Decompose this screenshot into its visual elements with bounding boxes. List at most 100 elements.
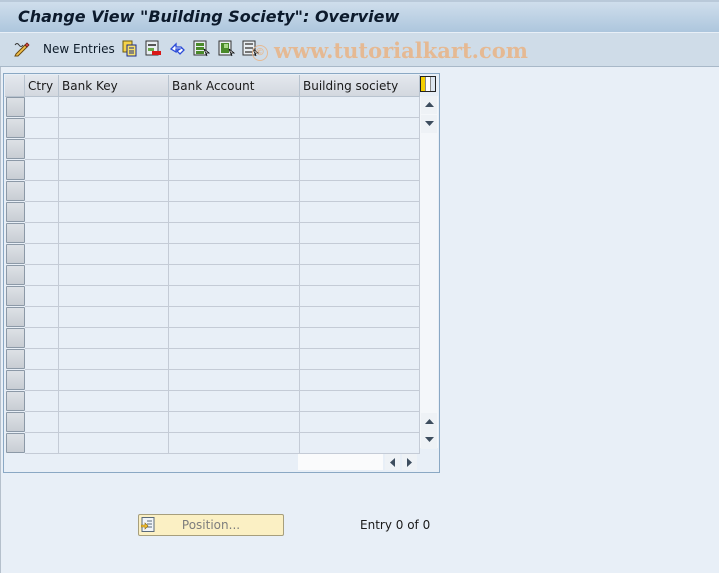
table-cell[interactable]	[59, 265, 169, 286]
table-cell[interactable]	[300, 286, 420, 307]
table-cell[interactable]	[169, 307, 300, 328]
column-header-building-society[interactable]: Building society	[300, 75, 420, 97]
table-cell[interactable]	[169, 265, 300, 286]
table-cell[interactable]	[169, 349, 300, 370]
scroll-left-button[interactable]	[385, 454, 400, 470]
row-selector[interactable]	[6, 265, 25, 285]
table-cell[interactable]	[59, 307, 169, 328]
row-selector[interactable]	[6, 328, 25, 348]
scroll-up-button[interactable]	[421, 96, 437, 114]
scroll-page-up-button[interactable]	[421, 413, 437, 431]
table-cell[interactable]	[25, 265, 59, 286]
row-selector[interactable]	[6, 370, 25, 390]
table-cell[interactable]	[59, 433, 169, 454]
table-cell[interactable]	[59, 223, 169, 244]
table-cell[interactable]	[25, 370, 59, 391]
row-selector[interactable]	[6, 244, 25, 264]
table-cell[interactable]	[300, 223, 420, 244]
table-cell[interactable]	[25, 97, 59, 118]
row-selector[interactable]	[6, 391, 25, 411]
horizontal-scrollbar[interactable]	[298, 454, 383, 470]
table-cell[interactable]	[300, 181, 420, 202]
table-cell[interactable]	[169, 223, 300, 244]
table-cell[interactable]	[169, 328, 300, 349]
table-cell[interactable]	[300, 202, 420, 223]
table-cell[interactable]	[300, 244, 420, 265]
table-cell[interactable]	[169, 118, 300, 139]
table-cell[interactable]	[300, 265, 420, 286]
copy-icon[interactable]	[121, 40, 138, 57]
select-all-icon[interactable]	[193, 40, 210, 57]
table-cell[interactable]	[300, 328, 420, 349]
row-selector[interactable]	[6, 349, 25, 369]
scroll-page-down-button[interactable]	[421, 115, 437, 133]
table-cell[interactable]	[169, 391, 300, 412]
scroll-down-button[interactable]	[421, 431, 437, 449]
table-cell[interactable]	[59, 391, 169, 412]
select-all-rows-header[interactable]	[5, 75, 25, 97]
table-cell[interactable]	[169, 202, 300, 223]
table-cell[interactable]	[25, 202, 59, 223]
table-cell[interactable]	[59, 286, 169, 307]
table-cell[interactable]	[25, 391, 59, 412]
table-cell[interactable]	[300, 412, 420, 433]
table-cell[interactable]	[59, 370, 169, 391]
table-cell[interactable]	[25, 118, 59, 139]
new-entries-button[interactable]: New Entries	[43, 42, 115, 56]
table-cell[interactable]	[169, 370, 300, 391]
row-selector[interactable]	[6, 97, 25, 117]
vertical-scrollbar[interactable]	[420, 96, 438, 449]
table-cell[interactable]	[25, 328, 59, 349]
table-cell[interactable]	[300, 349, 420, 370]
table-cell[interactable]	[59, 118, 169, 139]
table-cell[interactable]	[300, 433, 420, 454]
delete-icon[interactable]	[145, 40, 162, 57]
row-selector[interactable]	[6, 118, 25, 138]
table-cell[interactable]	[169, 160, 300, 181]
table-cell[interactable]	[25, 244, 59, 265]
table-cell[interactable]	[25, 139, 59, 160]
row-selector[interactable]	[6, 139, 25, 159]
table-cell[interactable]	[169, 433, 300, 454]
table-cell[interactable]	[169, 139, 300, 160]
scroll-right-button[interactable]	[402, 454, 417, 470]
table-cell[interactable]	[300, 391, 420, 412]
table-cell[interactable]	[59, 97, 169, 118]
position-button[interactable]: Position...	[138, 514, 284, 536]
row-selector[interactable]	[6, 160, 25, 180]
row-selector[interactable]	[6, 412, 25, 432]
row-selector[interactable]	[6, 202, 25, 222]
table-cell[interactable]	[59, 160, 169, 181]
row-selector[interactable]	[6, 181, 25, 201]
table-cell[interactable]	[25, 160, 59, 181]
table-cell[interactable]	[169, 412, 300, 433]
row-selector[interactable]	[6, 433, 25, 453]
table-cell[interactable]	[169, 97, 300, 118]
table-cell[interactable]	[59, 244, 169, 265]
select-block-icon[interactable]	[218, 40, 235, 57]
table-cell[interactable]	[169, 286, 300, 307]
column-header-ctry[interactable]: Ctry	[25, 75, 59, 97]
table-cell[interactable]	[59, 139, 169, 160]
table-cell[interactable]	[59, 349, 169, 370]
row-selector[interactable]	[6, 307, 25, 327]
table-cell[interactable]	[300, 370, 420, 391]
table-cell[interactable]	[59, 181, 169, 202]
column-header-bank-account[interactable]: Bank Account	[169, 75, 300, 97]
table-cell[interactable]	[25, 412, 59, 433]
table-cell[interactable]	[169, 244, 300, 265]
table-cell[interactable]	[59, 412, 169, 433]
table-cell[interactable]	[300, 97, 420, 118]
table-cell[interactable]	[25, 433, 59, 454]
table-cell[interactable]	[59, 202, 169, 223]
undo-icon[interactable]	[169, 40, 186, 57]
table-cell[interactable]	[300, 160, 420, 181]
table-cell[interactable]	[300, 118, 420, 139]
table-cell[interactable]	[169, 181, 300, 202]
table-cell[interactable]	[25, 307, 59, 328]
table-cell[interactable]	[25, 349, 59, 370]
row-selector[interactable]	[6, 286, 25, 306]
table-settings-button[interactable]	[420, 76, 436, 92]
table-cell[interactable]	[25, 181, 59, 202]
table-cell[interactable]	[25, 286, 59, 307]
